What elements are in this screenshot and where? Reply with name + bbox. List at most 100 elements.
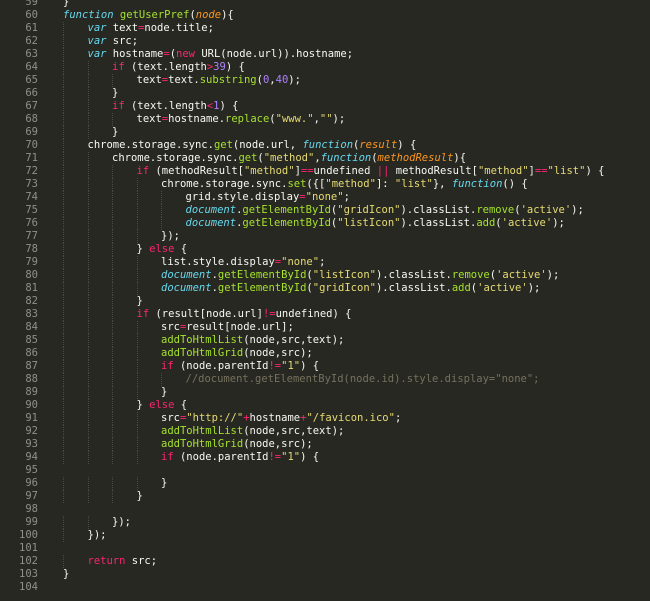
code-content: if (node.parentId!="1") {	[161, 360, 319, 373]
indent-guide	[87, 74, 89, 87]
code-line[interactable]: 92 addToHtmlList(node,src,text);	[0, 425, 650, 438]
keyword: if	[161, 451, 174, 463]
code-text: ).classList.	[400, 217, 477, 229]
code-line[interactable]: 85 addToHtmlList(node,src,text);	[0, 334, 650, 347]
function-name: addToHtmlList	[161, 334, 244, 346]
code-text: ).classList.	[375, 269, 452, 281]
string-literal: "listIcon"	[312, 269, 376, 281]
code-line[interactable]: 69}	[0, 126, 650, 139]
code-content: //document.getElementById(node.id).style…	[186, 373, 540, 386]
code-line[interactable]: 87 if (node.parentId!="1") {	[0, 360, 650, 373]
code-line[interactable]: 97}	[0, 490, 650, 503]
code-line[interactable]: 78} else {	[0, 243, 650, 256]
indent-guide	[87, 412, 89, 425]
line-number: 65	[25, 74, 38, 86]
line-number: 64	[25, 61, 38, 73]
code-line[interactable]: 75 document.getElementById("gridIcon").cl…	[0, 204, 650, 217]
function-name: substring	[199, 74, 257, 86]
code-line[interactable]: 70 chrome.storage.sync.get(node.url, func…	[0, 139, 650, 152]
code-line[interactable]: 94 if (node.parentId!="1") {	[0, 451, 650, 464]
code-line[interactable]: 88 //document.getElementById(node.id).sty…	[0, 373, 650, 386]
code-text: }	[161, 477, 168, 489]
indent-guide	[87, 386, 89, 399]
indent-guide	[112, 451, 113, 464]
code-line[interactable]: 84 src=result[node.url];	[0, 321, 650, 334]
code-line[interactable]: 59}	[0, 0, 650, 9]
code-line[interactable]: 63 var hostname=(new URL(node.url)).hostn…	[0, 48, 650, 61]
code-line[interactable]: 66}	[0, 87, 650, 100]
code-line[interactable]: 79 list.style.display="none";	[0, 256, 650, 269]
code-line[interactable]: 68 text=hostname.replace("www.","");	[0, 113, 650, 126]
indent-guide	[112, 295, 113, 308]
code-line[interactable]: 95	[0, 464, 650, 477]
code-text: src	[161, 412, 180, 424]
code-line[interactable]: 86 addToHtmlGrid(node,src);	[0, 347, 650, 360]
line-number: 71	[25, 152, 38, 164]
line-number: 78	[25, 243, 38, 255]
code-line[interactable]: 67 if (text.length<1) {	[0, 100, 650, 113]
code-line[interactable]: 100});	[0, 529, 650, 542]
code-line[interactable]: 102 return src;	[0, 555, 650, 568]
code-line[interactable]: 99});	[0, 516, 650, 529]
code-text: ){	[453, 152, 467, 164]
line-number: 93	[25, 438, 38, 450]
code-line[interactable]: 77});	[0, 230, 650, 243]
code-content: addToHtmlList(node,src,text);	[161, 425, 344, 438]
code-line[interactable]: 80 document.getElementById("listIcon").cl…	[0, 269, 650, 282]
indent-guide	[87, 87, 89, 100]
string-literal: "gridIcon"	[312, 282, 376, 294]
storage-keyword: var	[87, 35, 107, 47]
code-line[interactable]: 101	[0, 542, 650, 555]
code-line[interactable]: 71 chrome.storage.sync.get("method",funct…	[0, 152, 650, 165]
function-name: getElementById	[242, 217, 331, 229]
code-line[interactable]: 91 src="http://"+hostname+"/favicon.ico";	[0, 412, 650, 425]
indent-guide	[87, 178, 89, 191]
indent-guide	[63, 373, 64, 386]
code-editor[interactable]: 59} 60 function getUserPref(node){61 var te…	[0, 0, 650, 594]
parameter: node	[195, 9, 222, 21]
indent-guide	[112, 217, 113, 230]
code-line[interactable]: 83 if (result[node.url]!=undefined) {	[0, 308, 650, 321]
indent-guide	[161, 204, 162, 217]
code-line[interactable]: 74 grid.style.display="none";	[0, 191, 650, 204]
string-literal: "none"	[305, 191, 344, 203]
code-content: }	[112, 126, 118, 139]
code-line[interactable]: 60 function getUserPref(node){	[0, 9, 650, 22]
code-content: } else {	[137, 399, 188, 412]
indent-guide	[63, 204, 64, 217]
code-line[interactable]: 103}	[0, 568, 650, 581]
indent-guide	[136, 451, 138, 464]
function-name: add	[476, 217, 496, 229]
indent-guide	[63, 425, 64, 438]
code-content: addToHtmlGrid(node,src);	[161, 438, 313, 451]
string-literal: "method"	[325, 178, 376, 190]
code-line[interactable]: 90} else {	[0, 399, 650, 412]
code-line[interactable]: 73 chrome.storage.sync.set({["method"]: "…	[0, 178, 650, 191]
code-line[interactable]: 96}	[0, 477, 650, 490]
string-literal: ""	[319, 113, 333, 125]
code-text: ) {	[585, 165, 605, 177]
indent-guide	[136, 282, 138, 295]
keyword: if	[161, 360, 174, 372]
code-line[interactable]: 81 document.getElementById("gridIcon").cl…	[0, 282, 650, 295]
code-line[interactable]: 72 if (methodResult["method"]==undefined …	[0, 165, 650, 178]
code-line[interactable]: 76 document.getElementById("listIcon").cl…	[0, 217, 650, 230]
string-literal: "gridIcon"	[337, 204, 401, 216]
line-number: 59	[25, 0, 38, 8]
code-line[interactable]: 93 addToHtmlGrid(node,src);	[0, 438, 650, 451]
indent-guide	[63, 178, 64, 191]
code-text: ){	[221, 9, 234, 21]
code-content: text=text.substring(0,40);	[137, 74, 301, 87]
code-line[interactable]: 61 var text=node.title;	[0, 22, 650, 35]
code-line[interactable]: 82}	[0, 295, 650, 308]
code-line[interactable]: 104	[0, 581, 650, 594]
code-line[interactable]: 98	[0, 503, 650, 516]
storage-keyword: function	[63, 9, 114, 21]
indent-guide	[87, 308, 89, 321]
code-line[interactable]: 89}	[0, 386, 650, 399]
code-line[interactable]: 64 if (text.length>39) {	[0, 61, 650, 74]
code-line[interactable]: 62 var src;	[0, 35, 650, 48]
keyword: else	[149, 243, 175, 255]
code-line[interactable]: 65 text=text.substring(0,40);	[0, 74, 650, 87]
function-name: getUserPref	[119, 9, 190, 21]
